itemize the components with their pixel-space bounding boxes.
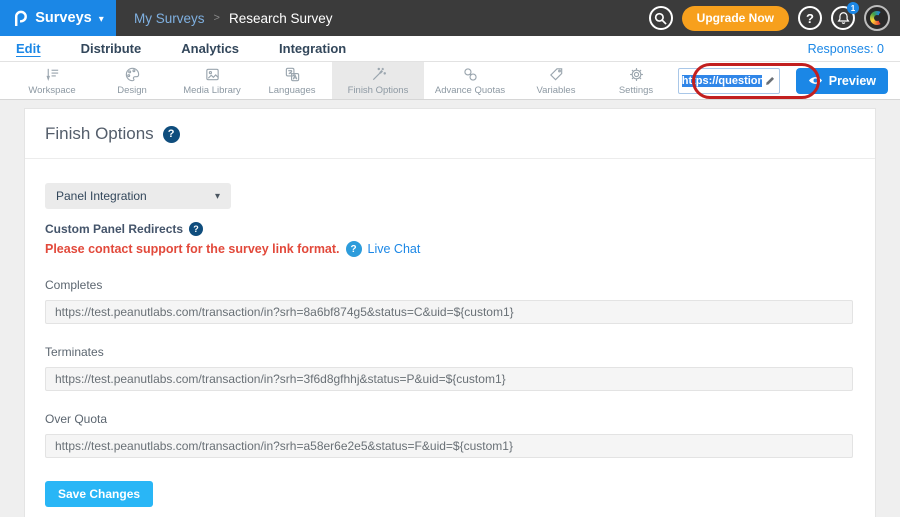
breadcrumb-separator: > (214, 12, 220, 24)
finish-options-wand-icon (370, 66, 387, 83)
toolbar-variables[interactable]: Variables (516, 62, 596, 99)
over-quota-url-input[interactable]: https://test.peanutlabs.com/transaction/… (45, 434, 853, 458)
toolbar-settings[interactable]: Settings (596, 62, 676, 99)
toolbar-right: https://questionpro.com/t/A Preview (678, 62, 900, 99)
support-notice-row: Please contact support for the survey li… (45, 241, 855, 257)
questionpro-logo-icon (12, 9, 28, 27)
toolbar-media-library-label: Media Library (183, 85, 241, 96)
preview-button-label: Preview (829, 74, 876, 88)
panel-integration-dropdown[interactable]: Panel Integration ▾ (45, 183, 231, 209)
panel-body: Panel Integration ▾ Custom Panel Redirec… (25, 159, 875, 517)
breadcrumb-survey-name: Research Survey (229, 11, 333, 26)
custom-redirects-help-icon[interactable]: ? (189, 222, 203, 236)
survey-url-selected-text: https://questionpro.com/t/A (682, 75, 762, 87)
chevron-down-icon: ▾ (215, 191, 220, 202)
upgrade-now-button[interactable]: Upgrade Now (682, 6, 789, 31)
languages-icon (284, 66, 301, 83)
toolbar-workspace-label: Workspace (28, 85, 75, 96)
page-title: Finish Options (45, 124, 154, 144)
terminates-url-input[interactable]: https://test.peanutlabs.com/transaction/… (45, 367, 853, 391)
toolbar-finish-options[interactable]: Finish Options (332, 62, 424, 99)
survey-url-input[interactable]: https://questionpro.com/t/A (678, 68, 780, 94)
notification-badge: 1 (847, 2, 859, 14)
tab-integration[interactable]: Integration (279, 41, 346, 56)
toolbar-finish-options-label: Finish Options (348, 85, 409, 96)
variables-tag-icon (548, 66, 565, 83)
advance-quotas-link-icon (462, 66, 479, 83)
toolbar-media-library[interactable]: Media Library (172, 62, 252, 99)
toolbar-advance-quotas[interactable]: Advance Quotas (424, 62, 516, 99)
toolbar-languages[interactable]: Languages (252, 62, 332, 99)
finish-options-panel: Finish Options ? Panel Integration ▾ Cus… (24, 108, 876, 517)
breadcrumb-my-surveys[interactable]: My Surveys (134, 11, 205, 26)
edit-toolbar: Workspace Design Media Library Languages (0, 62, 900, 100)
completes-label: Completes (45, 278, 855, 292)
preview-button[interactable]: Preview (796, 68, 888, 94)
toolbar-design-label: Design (117, 85, 147, 96)
breadcrumb: My Surveys > Research Survey (134, 11, 333, 26)
toolbar-settings-label: Settings (619, 85, 653, 96)
finish-options-help-icon[interactable]: ? (163, 126, 180, 143)
live-chat-help-icon[interactable]: ? (346, 241, 362, 257)
responses-count[interactable]: Responses: 0 (808, 42, 884, 56)
bell-icon (837, 11, 850, 25)
terminates-label: Terminates (45, 345, 855, 359)
custom-redirects-label: Custom Panel Redirects (45, 222, 183, 236)
survey-nav: Edit Distribute Analytics Integration Re… (0, 36, 900, 62)
media-library-icon (204, 66, 221, 83)
toolbar-design[interactable]: Design (92, 62, 172, 99)
panel-integration-dropdown-value: Panel Integration (56, 189, 147, 203)
top-header: Surveys ▾ My Surveys > Research Survey U… (0, 0, 900, 36)
eye-icon (808, 75, 823, 86)
product-switcher[interactable]: Surveys ▾ (0, 0, 116, 36)
tab-analytics[interactable]: Analytics (181, 41, 239, 56)
live-chat-link[interactable]: Live Chat (368, 242, 421, 256)
tab-edit[interactable]: Edit (16, 41, 41, 56)
support-notice-text: Please contact support for the survey li… (45, 242, 340, 256)
help-button[interactable]: ? (798, 6, 822, 30)
design-palette-icon (124, 66, 141, 83)
tab-distribute[interactable]: Distribute (81, 41, 142, 56)
search-icon (654, 12, 667, 25)
toolbar-variables-label: Variables (537, 85, 576, 96)
notifications-button[interactable]: 1 (831, 6, 855, 30)
toolbar-languages-label: Languages (268, 85, 315, 96)
chevron-down-icon: ▾ (99, 14, 104, 25)
save-changes-button[interactable]: Save Changes (45, 481, 153, 507)
toolbar-advance-quotas-label: Advance Quotas (435, 85, 505, 96)
user-avatar[interactable] (864, 5, 890, 31)
settings-gear-icon (628, 66, 645, 83)
panel-title-row: Finish Options ? (25, 109, 875, 159)
toolbar-workspace[interactable]: Workspace (12, 62, 92, 99)
search-button[interactable] (649, 6, 673, 30)
header-actions: Upgrade Now ? 1 (649, 5, 900, 31)
edit-url-pencil-icon[interactable] (764, 75, 776, 87)
product-name: Surveys (35, 10, 91, 26)
over-quota-label: Over Quota (45, 412, 855, 426)
workspace-icon (44, 66, 61, 83)
completes-url-input[interactable]: https://test.peanutlabs.com/transaction/… (45, 300, 853, 324)
custom-redirects-row: Custom Panel Redirects ? (45, 222, 855, 236)
